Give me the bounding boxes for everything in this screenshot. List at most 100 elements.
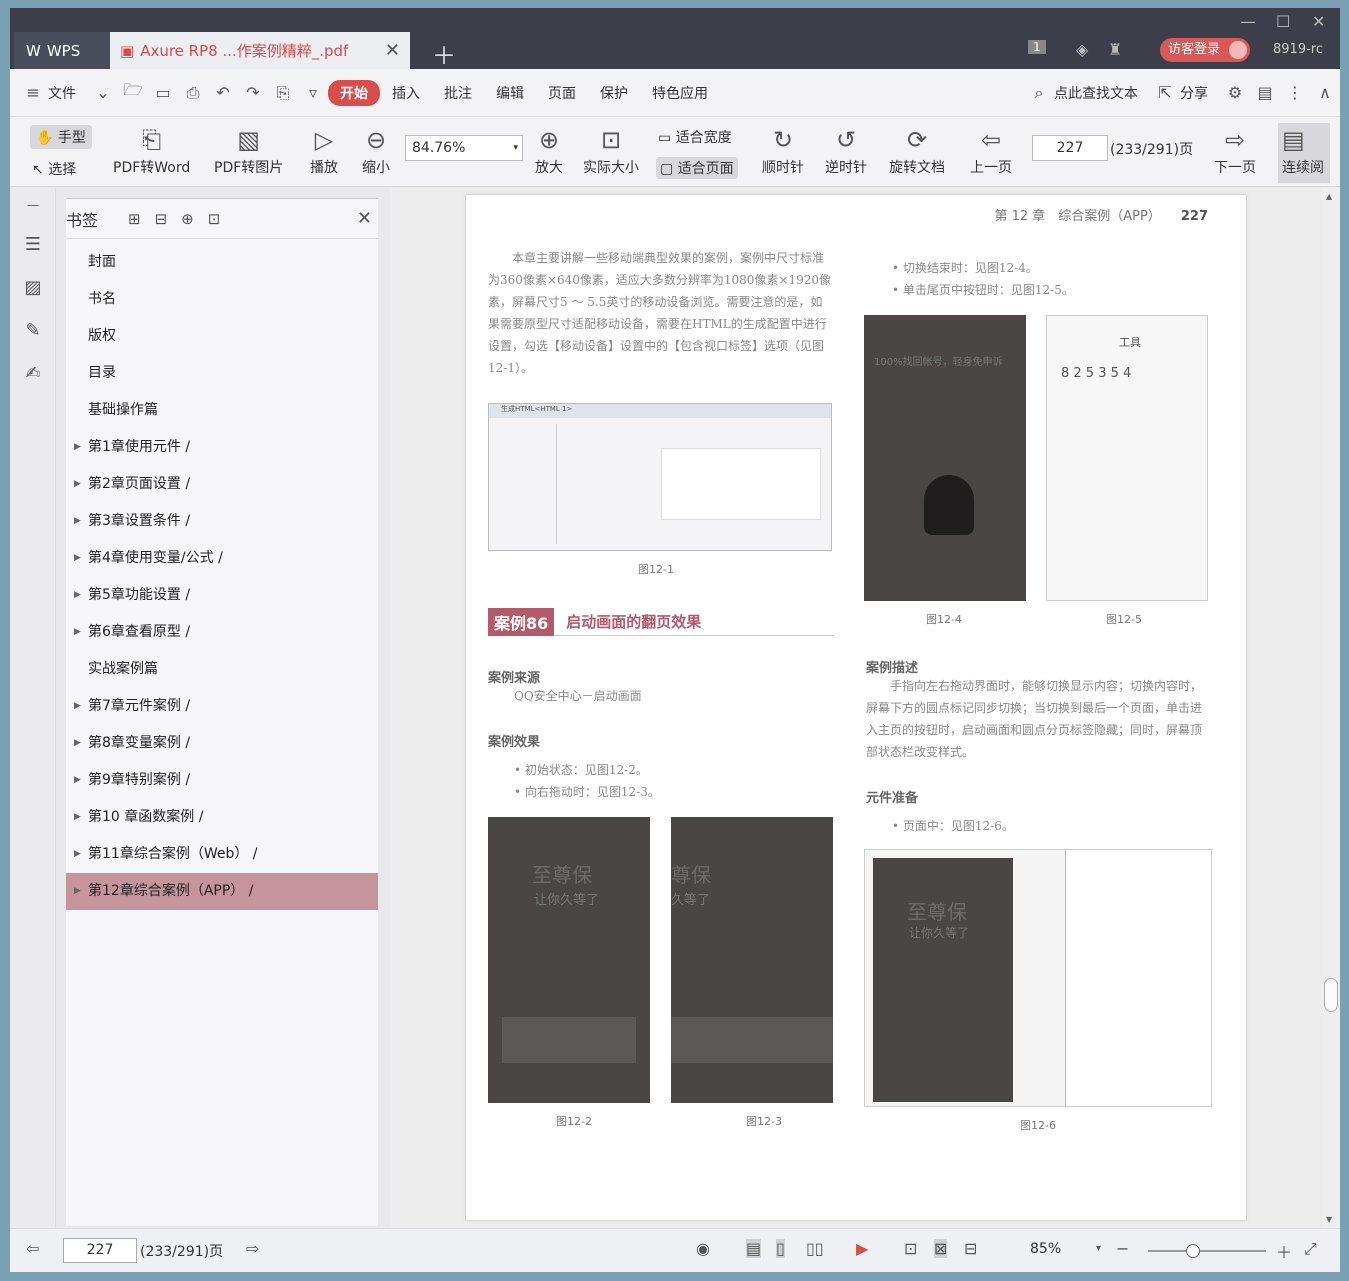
zoom-out-button[interactable]: ⊖ 缩小 (362, 123, 390, 177)
more-dropdown-icon[interactable]: ▿ (298, 83, 328, 102)
guest-login-button[interactable]: 访客登录 (1160, 38, 1251, 62)
page-number-input[interactable]: 227 (1032, 135, 1108, 161)
menu-annotate[interactable]: 批注 (432, 83, 484, 103)
scroll-down-icon[interactable]: ▼ (1326, 1215, 1332, 1224)
bookmark-item[interactable]: ▶ 第5章功能设置 / (66, 577, 378, 614)
continuous-read-button[interactable]: ▤ 连续阅 (1278, 123, 1330, 183)
expand-all-icon[interactable]: ⊞ (128, 210, 141, 228)
search-icon[interactable]: ⌕ (1024, 83, 1054, 103)
add-bookmark-icon[interactable]: ⊕ (181, 210, 194, 228)
play-mode-icon[interactable]: ▶ (856, 1239, 868, 1258)
menu-insert[interactable]: 插入 (380, 83, 432, 103)
scroll-up-icon[interactable]: ▲ (1326, 192, 1332, 201)
share-button[interactable]: 分享 (1180, 83, 1220, 103)
close-panel-icon[interactable]: ✕ (357, 208, 372, 229)
zoom-slider-knob[interactable] (1186, 1244, 1200, 1258)
zoom-dropdown-icon[interactable]: ▾ (1096, 1243, 1101, 1254)
bookmark-item[interactable]: ▶ 第8章变量案例 / (66, 725, 378, 762)
zoom-plus-icon[interactable]: ＋ (1276, 1239, 1292, 1263)
hamburger-icon[interactable]: ≡ (18, 83, 48, 102)
bookmark-item[interactable]: 基础操作篇 (66, 392, 378, 429)
fit-page-small-icon[interactable]: ⊠ (934, 1239, 948, 1258)
comment-icon[interactable]: ▤ (1250, 83, 1280, 102)
minimize-icon[interactable]: — (1240, 12, 1256, 31)
expand-arrow-icon[interactable]: ▶ (74, 873, 81, 910)
expand-arrow-icon[interactable]: ▶ (74, 429, 81, 466)
menu-start[interactable]: 开始 (328, 79, 380, 106)
collapse-ribbon-icon[interactable]: ∧ (1310, 83, 1340, 102)
zoom-minus-icon[interactable]: − (1116, 1239, 1129, 1258)
chevron-down-icon[interactable]: ⌄ (88, 83, 118, 102)
fit-width-small-icon[interactable]: ⊟ (964, 1239, 977, 1258)
fit-width-button[interactable]: ▭ 适合宽度 (658, 127, 732, 147)
bookmark-item[interactable]: ▶ 第2章页面设置 / (66, 466, 378, 503)
tab-document[interactable]: ▣ Axure RP8 ...作案例精粹_.pdf ✕ (110, 32, 410, 69)
expand-arrow-icon[interactable]: ▶ (74, 688, 81, 725)
annotation-icon[interactable]: ✎ (10, 320, 56, 341)
expand-arrow-icon[interactable]: ▶ (74, 762, 81, 799)
print-icon[interactable]: ⎙ (178, 83, 208, 103)
menu-special[interactable]: 特色应用 (640, 83, 720, 103)
bookmark-item[interactable]: ▶ 第9章特别案例 / (66, 762, 378, 799)
actual-size-small-icon[interactable]: ⊡ (904, 1239, 917, 1258)
zoom-slider[interactable] (1148, 1244, 1266, 1258)
play-button[interactable]: ▷ 播放 (310, 123, 338, 177)
continuous-mode-icon[interactable]: ▤ (746, 1239, 762, 1258)
scrollbar-thumb[interactable] (1324, 978, 1338, 1012)
collapse-all-icon[interactable]: ⊟ (155, 210, 168, 228)
search-text-button[interactable]: 点此查找文本 (1054, 83, 1150, 103)
expand-arrow-icon[interactable]: ▶ (74, 725, 81, 762)
fullscreen-icon[interactable]: ⤢ (1304, 1239, 1317, 1259)
share-icon[interactable]: ⇱ (1150, 83, 1180, 102)
expand-arrow-icon[interactable]: ▶ (74, 540, 81, 577)
select-tool-button[interactable]: ↖ 选择 (32, 159, 76, 179)
rotate-ccw-button[interactable]: ↺ 逆时针 (825, 123, 867, 177)
status-zoom[interactable]: 85% (1030, 1241, 1061, 1257)
prev-page-button[interactable]: ⇦ 上一页 (970, 123, 1012, 177)
bookmark-item[interactable]: ▶ 第3章设置条件 / (66, 503, 378, 540)
settings-icon[interactable]: ⚙ (1220, 83, 1250, 102)
bookmark-item[interactable]: 目录 (66, 355, 378, 392)
bookmark-item[interactable]: ▶ 第11章综合案例（Web） / (66, 836, 378, 873)
zoom-select[interactable]: 84.76% ▾ (405, 135, 523, 161)
zoom-in-button[interactable]: ⊕ 放大 (535, 123, 563, 177)
drag-handle-icon[interactable]: — (10, 198, 56, 212)
menu-page[interactable]: 页面 (536, 83, 588, 103)
bookmark-item[interactable]: ▶ 第10 章函数案例 / (66, 799, 378, 836)
single-page-icon[interactable]: ▯ (776, 1239, 785, 1258)
new-tab-button[interactable]: ＋ (432, 36, 456, 71)
rotate-document-button[interactable]: ⟳ 旋转文档 (889, 123, 945, 177)
prev-page-icon[interactable]: ⇦ (26, 1239, 39, 1258)
pdf-to-image-button[interactable]: ▧ PDF转图片 (214, 123, 283, 177)
tab-wps-home[interactable]: W WPS (14, 32, 110, 69)
expand-arrow-icon[interactable]: ▶ (74, 466, 81, 503)
page-count-badge[interactable]: 1 (1028, 40, 1046, 54)
pdf-to-word-button[interactable]: ⎗ PDF转Word (113, 123, 190, 177)
bookmark-item[interactable]: ▶ 第7章元件案例 / (66, 688, 378, 725)
shirt-icon[interactable]: ♜ (1108, 40, 1122, 59)
bookmark-item[interactable]: ▶ 第4章使用变量/公式 / (66, 540, 378, 577)
expand-arrow-icon[interactable]: ▶ (74, 577, 81, 614)
fit-page-button[interactable]: ▢ 适合页面 (656, 157, 738, 179)
bookmark-item[interactable]: 版权 (66, 318, 378, 355)
two-page-icon[interactable]: ▯▯ (806, 1239, 824, 1258)
rotate-cw-button[interactable]: ↻ 顺时针 (762, 123, 804, 177)
more-icon[interactable]: ⋮ (1280, 83, 1310, 102)
next-page-button[interactable]: ⇨ 下一页 (1214, 123, 1256, 177)
open-folder-icon[interactable]: 🗁 (118, 79, 148, 106)
hand-tool-button[interactable]: ✋ 手型 (30, 125, 92, 149)
bookmark-list-icon[interactable]: ☰ (10, 234, 56, 255)
menu-protect[interactable]: 保护 (588, 83, 640, 103)
expand-arrow-icon[interactable]: ▶ (74, 836, 81, 873)
expand-arrow-icon[interactable]: ▶ (74, 799, 81, 836)
save-icon[interactable]: ▭ (148, 83, 178, 102)
export-icon[interactable]: ⎘ (268, 83, 298, 103)
bookmark-item[interactable]: ▶ 第1章使用元件 / (66, 429, 378, 466)
vertical-scrollbar[interactable]: ▲ ▼ (1322, 188, 1340, 1228)
expand-arrow-icon[interactable]: ▶ (74, 503, 81, 540)
bookmark-item[interactable]: 书名 (66, 281, 378, 318)
eye-protect-icon[interactable]: ◉ (696, 1239, 710, 1258)
close-window-icon[interactable]: ✕ (1312, 12, 1325, 31)
thumbnail-icon[interactable]: ▨ (10, 277, 56, 298)
next-page-icon[interactable]: ⇨ (246, 1239, 259, 1258)
